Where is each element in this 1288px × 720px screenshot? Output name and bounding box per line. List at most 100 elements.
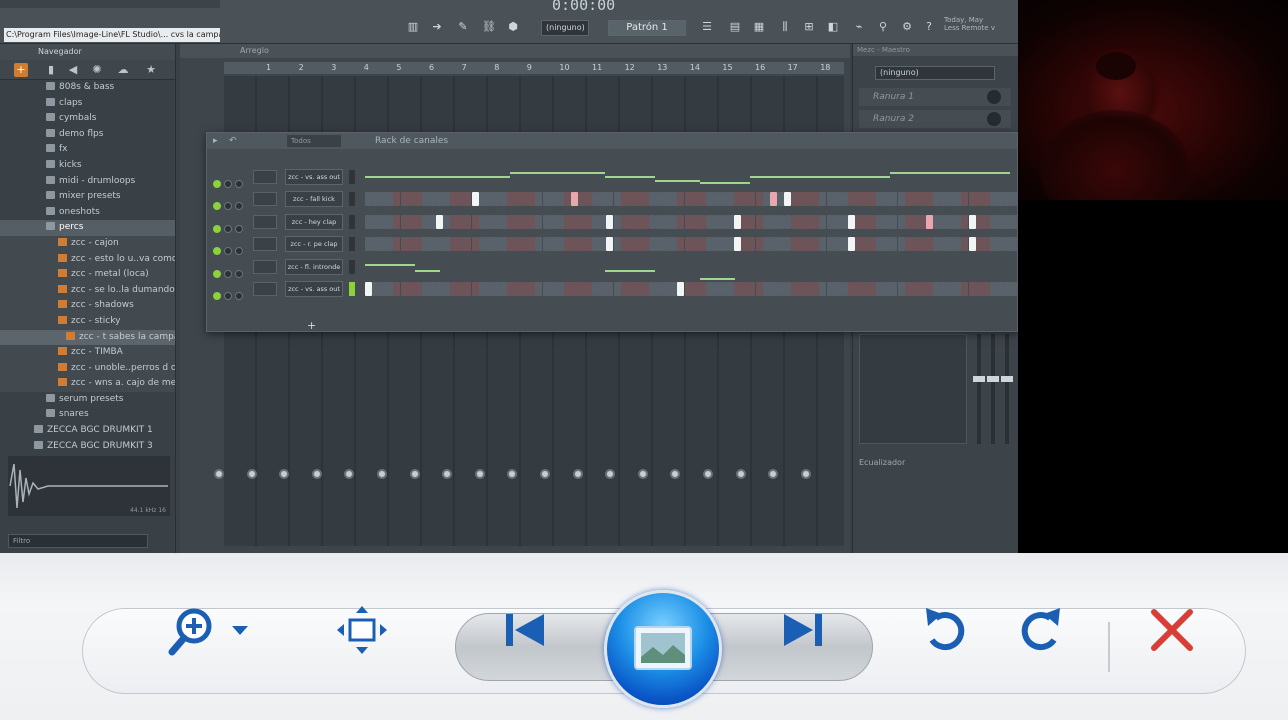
step-button[interactable] (933, 214, 940, 229)
step-button[interactable] (812, 282, 820, 296)
step-button[interactable] (904, 237, 912, 252)
delete-button[interactable] (1144, 602, 1200, 658)
step-button[interactable] (585, 214, 593, 229)
step-button[interactable] (599, 214, 607, 229)
step-button[interactable] (372, 282, 380, 296)
browser-folder-item[interactable]: kicks (0, 158, 175, 174)
step-button[interactable] (372, 237, 380, 252)
step-button[interactable] (585, 237, 593, 252)
step-button[interactable] (805, 237, 813, 252)
step-button[interactable] (436, 192, 443, 207)
step-button[interactable] (528, 214, 536, 229)
step-button[interactable] (379, 192, 387, 207)
step-button[interactable] (613, 214, 621, 229)
step-button[interactable] (471, 282, 479, 296)
channel-mixer-number[interactable] (253, 282, 277, 296)
step-button[interactable] (578, 192, 585, 207)
step-button[interactable] (918, 192, 926, 207)
step-button[interactable] (755, 237, 763, 252)
step-button[interactable] (528, 192, 536, 207)
step-button[interactable] (407, 192, 415, 207)
step-button[interactable] (1011, 282, 1018, 296)
step-button[interactable] (712, 214, 720, 229)
step-button[interactable] (464, 214, 472, 229)
channel-filter-select[interactable]: Todos (287, 135, 341, 147)
step-button[interactable] (769, 237, 777, 252)
step-button[interactable] (748, 282, 756, 296)
step-button[interactable] (755, 214, 763, 229)
step-button[interactable] (649, 192, 656, 207)
step-button[interactable] (734, 214, 742, 229)
next-button[interactable] (774, 602, 830, 658)
step-button[interactable] (585, 282, 593, 296)
step-button[interactable] (379, 282, 387, 296)
step-button[interactable] (847, 192, 855, 207)
step-button[interactable] (535, 192, 543, 207)
step-button[interactable] (485, 282, 493, 296)
step-button[interactable] (556, 237, 564, 252)
pencil-icon[interactable]: ✎ (456, 20, 470, 34)
step-button[interactable] (869, 214, 877, 229)
step-button[interactable] (578, 237, 585, 252)
step-button[interactable] (933, 192, 940, 207)
step-button[interactable] (925, 192, 933, 207)
step-button[interactable] (606, 192, 614, 207)
step-button[interactable] (847, 237, 855, 252)
step-button[interactable] (734, 192, 742, 207)
step-button[interactable] (499, 282, 507, 296)
step-button[interactable] (677, 214, 685, 229)
step-button[interactable] (940, 192, 948, 207)
step-button[interactable] (961, 237, 969, 252)
step-button[interactable] (961, 214, 969, 229)
step-button[interactable] (918, 237, 926, 252)
step-button[interactable] (663, 237, 671, 252)
browser-file-item[interactable]: zcc - unoble..perros d onda.. (0, 360, 175, 377)
step-button[interactable] (968, 214, 976, 229)
step-button[interactable] (854, 237, 862, 252)
microphone-icon[interactable]: ⚲ (876, 20, 890, 34)
step-button[interactable] (989, 214, 997, 229)
step-button[interactable] (677, 192, 685, 207)
mixer-track-knob[interactable] (540, 469, 550, 479)
step-button[interactable] (372, 214, 380, 229)
step-button[interactable] (620, 282, 628, 296)
step-button[interactable] (840, 214, 848, 229)
step-button[interactable] (421, 214, 429, 229)
step-button[interactable] (982, 214, 990, 229)
channel-mixer-number[interactable] (253, 237, 277, 252)
step-button[interactable] (464, 282, 472, 296)
step-button[interactable] (876, 282, 884, 296)
step-button[interactable] (727, 214, 735, 229)
step-button[interactable] (883, 214, 891, 229)
mixer-track-knob[interactable] (311, 469, 322, 479)
step-button[interactable] (989, 192, 997, 207)
step-button[interactable] (386, 192, 394, 207)
step-button[interactable] (755, 192, 763, 207)
step-button[interactable] (400, 282, 408, 296)
step-button[interactable] (436, 214, 443, 229)
channel-mixer-number[interactable] (253, 170, 277, 184)
step-button[interactable] (798, 192, 806, 207)
channel-select-indicator[interactable] (349, 237, 355, 252)
step-button[interactable] (705, 282, 713, 296)
step-button[interactable] (478, 237, 486, 252)
channel-name-button[interactable]: zcc - fl. intronde (285, 258, 343, 275)
step-button[interactable] (436, 282, 443, 296)
step-button[interactable] (670, 214, 678, 229)
pattern-selector[interactable]: Patrón 1 (608, 20, 686, 36)
arrow-right-icon[interactable]: ➔ (430, 20, 444, 34)
step-button[interactable] (748, 237, 756, 252)
step-button[interactable] (833, 237, 841, 252)
step-button[interactable] (663, 192, 671, 207)
channel-mixer-number[interactable] (253, 192, 277, 207)
step-button[interactable] (620, 192, 628, 207)
step-button[interactable] (563, 237, 571, 252)
step-button[interactable] (947, 192, 955, 207)
step-button[interactable] (769, 192, 777, 207)
step-button[interactable] (563, 282, 571, 296)
step-button[interactable] (457, 237, 465, 252)
channel-name-button[interactable]: zcc - vs. ass out (285, 281, 343, 297)
step-button[interactable] (478, 282, 486, 296)
step-button[interactable] (485, 214, 493, 229)
step-button[interactable] (656, 214, 664, 229)
